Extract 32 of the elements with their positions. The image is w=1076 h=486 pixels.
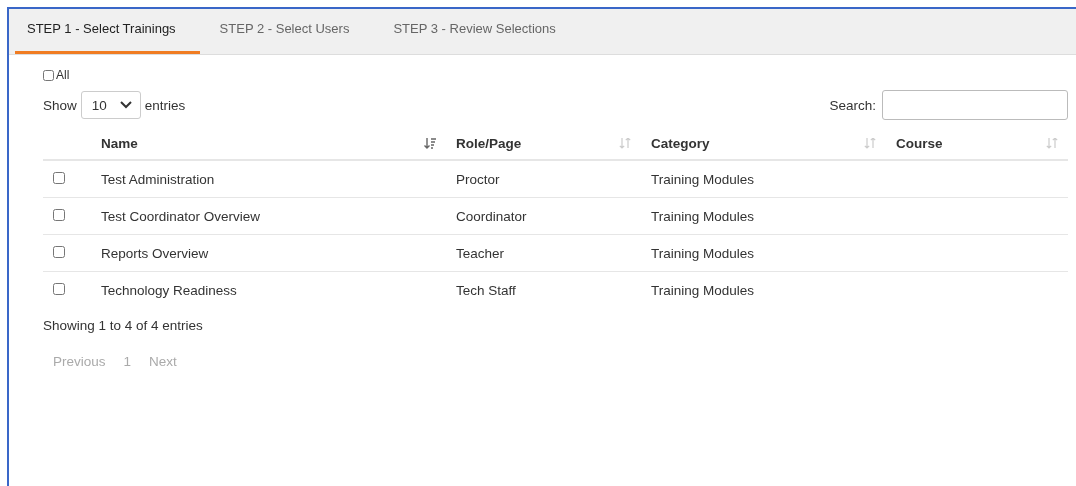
table-cell: Coordinator	[456, 208, 527, 224]
caret-icon	[119, 101, 132, 109]
select-all-label: All	[56, 68, 70, 82]
step-tab[interactable]: STEP 1 - Select Trainings	[15, 9, 200, 54]
table-cell: Proctor	[456, 171, 500, 187]
row-checkbox[interactable]	[53, 208, 65, 221]
step-tab[interactable]: STEP 2 - Select Users	[207, 9, 374, 54]
select-all-checkbox[interactable]	[43, 69, 54, 81]
column-header[interactable]: Role/Page	[446, 127, 641, 160]
table-cell: Technology Readiness	[101, 282, 237, 298]
table-cell: Training Modules	[651, 282, 755, 298]
table-cell: Test Administration	[101, 171, 215, 187]
search-field[interactable]	[882, 90, 1068, 120]
table-cell: Tech Staff	[456, 282, 516, 298]
table-cell: Reports Overview	[101, 245, 209, 261]
entries-select[interactable]: 10	[80, 91, 141, 119]
column-header[interactable]: Category	[641, 127, 886, 160]
row-checkbox[interactable]	[53, 245, 65, 258]
table-cell: Training Modules	[651, 245, 755, 261]
table-cell: Training Modules	[651, 171, 755, 187]
table-cell: Test Coordinator Overview	[101, 208, 261, 224]
entries-label: entries	[144, 97, 186, 113]
search-label: Search:	[829, 97, 876, 113]
show-label: Show	[43, 97, 77, 113]
column-header[interactable]: Course	[886, 127, 1068, 160]
column-header[interactable]: Name	[91, 127, 446, 160]
entries-info: Showing 1 to 4 of 4 entries	[43, 317, 204, 335]
row-checkbox[interactable]	[53, 171, 65, 184]
row-checkbox[interactable]	[53, 282, 65, 295]
step-tab[interactable]: STEP 3 - Review Selections	[381, 9, 580, 54]
table-cell: Teacher	[456, 245, 505, 261]
table-cell: Training Modules	[651, 208, 755, 224]
